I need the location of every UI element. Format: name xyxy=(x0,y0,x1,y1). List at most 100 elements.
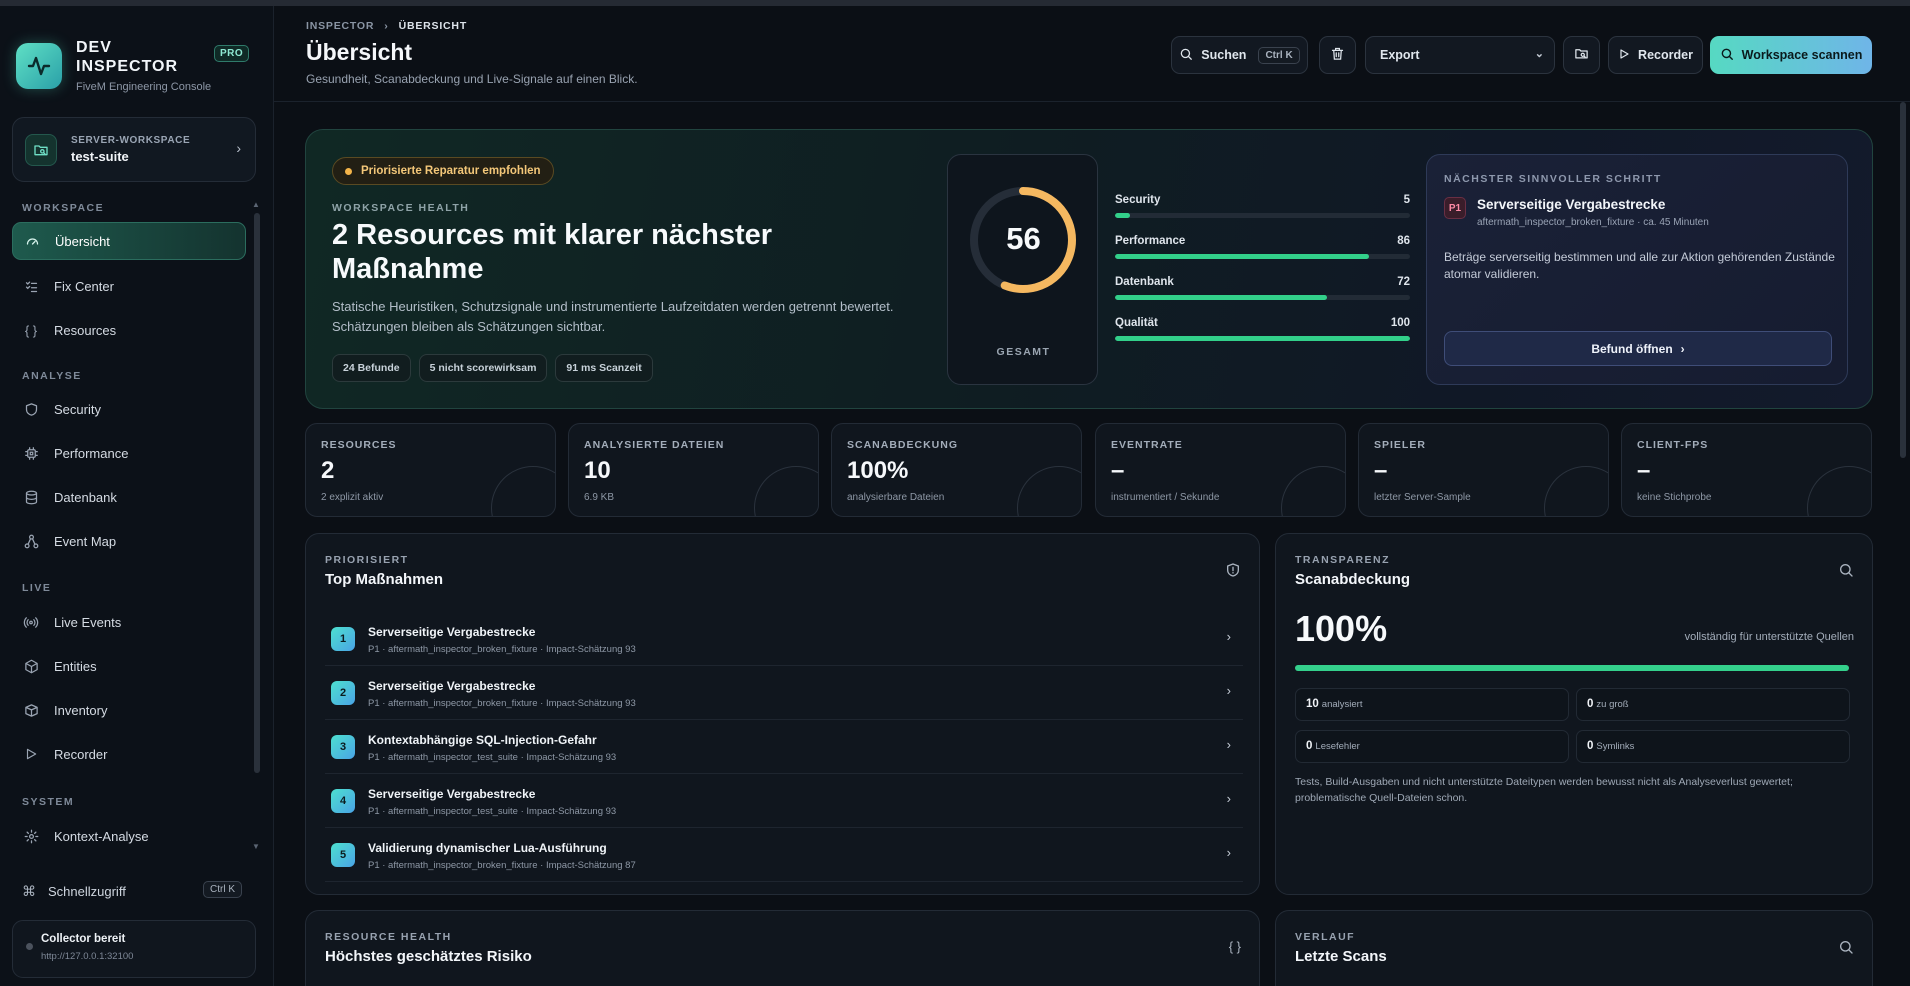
chip-scan-time: 91 ms Scanzeit xyxy=(555,354,653,382)
page-header: INSPECTOR › ÜBERSICHT Übersicht Gesundhe… xyxy=(274,6,1910,102)
stat-value: – xyxy=(1111,457,1125,484)
chevron-right-icon: › xyxy=(1226,683,1231,698)
panel-title: Scanabdeckung xyxy=(1295,571,1411,588)
workspace-selector[interactable]: SERVER-WORKSPACE test-suite › xyxy=(12,117,256,182)
cell-label: analysiert xyxy=(1321,699,1363,710)
nav-section-system: SYSTEM xyxy=(22,796,75,808)
coverage-percent: 100% xyxy=(1295,608,1388,649)
main-scroll-thumb[interactable] xyxy=(1900,102,1906,458)
search-button[interactable]: Suchen Ctrl K xyxy=(1171,36,1308,74)
sidebar-item-recorder[interactable]: Recorder xyxy=(12,735,246,773)
sidebar-item-entities[interactable]: Entities xyxy=(12,647,246,685)
sidebar-item-fix-center[interactable]: Fix Center xyxy=(12,267,246,305)
nav-section-live: LIVE xyxy=(22,582,52,594)
priority-badge: P1 xyxy=(1444,197,1466,219)
open-finding-button[interactable]: Befund öffnen › xyxy=(1444,331,1832,366)
recorder-label: Recorder xyxy=(1638,48,1693,62)
cell-value: 0 xyxy=(1587,698,1594,710)
brand-subtitle: FiveM Engineering Console xyxy=(76,81,212,93)
panel-title: Höchstes geschätztes Risiko xyxy=(325,948,532,965)
chevron-down-icon: ⌄ xyxy=(1534,48,1544,60)
sidebar-item-label: Security xyxy=(54,401,101,417)
breadcrumb-current: ÜBERSICHT xyxy=(398,20,468,32)
metric-value: 100 xyxy=(1390,317,1410,329)
search-icon[interactable] xyxy=(1838,562,1854,581)
sidebar-item-security[interactable]: Security xyxy=(12,390,246,428)
stat-sub: 6.9 KB xyxy=(584,492,615,503)
stat-card-eventrate: EVENTRATE – instrumentiert / Sekunde xyxy=(1095,423,1346,517)
next-step-title: Serverseitige Vergabestrecke xyxy=(1477,197,1666,212)
panel-eyebrow: PRIORISIERT xyxy=(325,554,409,566)
action-item[interactable]: 3 Kontextabhängige SQL-Injection-Gefahr … xyxy=(325,720,1243,774)
action-item[interactable]: 4 Serverseitige Vergabestrecke P1 · afte… xyxy=(325,774,1243,828)
collector-title: Collector bereit xyxy=(41,933,126,945)
action-item[interactable]: 2 Serverseitige Vergabestrecke P1 · afte… xyxy=(325,666,1243,720)
sidebar-item-kontext-analyse[interactable]: Kontext-Analyse xyxy=(12,817,246,855)
stat-sub: keine Stichprobe xyxy=(1637,492,1712,503)
stat-card-files: ANALYSIERTE DATEIEN 10 6.9 KB xyxy=(568,423,819,517)
sidebar-item-datenbank[interactable]: Datenbank xyxy=(12,478,246,516)
sidebar-item-label: Fix Center xyxy=(54,278,114,294)
decorative-circle xyxy=(1281,466,1345,516)
next-step-card: NÄCHSTER SINNVOLLER SCHRITT P1 Serversei… xyxy=(1426,154,1848,385)
export-select[interactable]: Export ⌄ xyxy=(1365,36,1555,74)
scroll-up-icon[interactable]: ▲ xyxy=(252,200,260,209)
scroll-down-icon[interactable]: ▼ xyxy=(252,842,260,851)
quick-access[interactable]: ⌘ Schnellzugriff xyxy=(22,883,126,900)
database-icon xyxy=(22,488,40,506)
next-step-meta: aftermath_inspector_broken_fixture · ca.… xyxy=(1477,217,1709,228)
metric-value: 86 xyxy=(1397,235,1410,247)
cell-value: 10 xyxy=(1306,698,1319,710)
search-icon[interactable] xyxy=(1838,939,1854,958)
hero-chips: 24 Befunde 5 nicht scorewirksam 91 ms Sc… xyxy=(332,354,653,382)
coverage-note: vollständig für unterstützte Quellen xyxy=(1684,631,1854,643)
workspace-health-hero: Priorisierte Reparatur empfohlen WORKSPA… xyxy=(305,129,1873,409)
metric-performance: Performance 86 xyxy=(1115,235,1410,259)
repair-badge: Priorisierte Reparatur empfohlen xyxy=(332,157,554,185)
metric-bar xyxy=(1115,213,1130,218)
overall-score-value: 56 xyxy=(1006,221,1041,256)
braces-icon: { } xyxy=(24,322,38,338)
action-rank: 3 xyxy=(331,735,355,759)
brand-name: DEV INSPECTOR xyxy=(76,39,179,75)
action-item[interactable]: 1 Serverseitige Vergabestrecke P1 · afte… xyxy=(325,612,1243,666)
recent-scans-panel: VERLAUF Letzte Scans xyxy=(1275,910,1873,986)
nav-section-analyse: ANALYSE xyxy=(22,370,82,382)
workspace-value: test-suite xyxy=(71,149,129,164)
sidebar-item-resources[interactable]: { } Resources xyxy=(12,311,246,349)
sidebar-item-uebersicht[interactable]: Übersicht xyxy=(12,222,246,260)
metric-label: Security xyxy=(1115,194,1161,206)
braces-icon: { } xyxy=(1228,939,1241,954)
sidebar-item-performance[interactable]: Performance xyxy=(12,434,246,472)
recorder-button[interactable]: Recorder xyxy=(1608,36,1703,74)
scan-workspace-button[interactable]: Workspace scannen xyxy=(1710,36,1872,74)
workspace-label: SERVER-WORKSPACE xyxy=(71,135,191,146)
open-folder-button[interactable] xyxy=(1563,36,1600,74)
stat-value: – xyxy=(1637,457,1651,484)
chevron-right-icon: › xyxy=(1226,629,1231,644)
sidebar-item-label: Live Events xyxy=(54,614,122,630)
warning-dot xyxy=(345,167,352,175)
stat-sub: 2 explizit aktiv xyxy=(321,492,384,503)
stat-value: – xyxy=(1374,457,1388,484)
next-step-description: Beträge serverseitig bestimmen und alle … xyxy=(1444,250,1835,281)
overall-score-label: GESAMT xyxy=(996,346,1051,358)
folder-search-icon xyxy=(25,133,57,166)
sidebar-scroll-thumb[interactable] xyxy=(254,213,260,773)
action-title: Serverseitige Vergabestrecke xyxy=(368,787,536,801)
sidebar-item-inventory[interactable]: Inventory xyxy=(12,691,246,729)
decorative-circle xyxy=(754,466,818,516)
delete-button[interactable] xyxy=(1319,36,1356,74)
stat-sub: letzter Server-Sample xyxy=(1374,492,1471,503)
breadcrumb-item[interactable]: INSPECTOR xyxy=(306,20,374,32)
action-title: Serverseitige Vergabestrecke xyxy=(368,679,536,693)
cpu-icon xyxy=(22,444,40,462)
action-item[interactable]: 5 Validierung dynamischer Lua-Ausführung… xyxy=(325,828,1243,882)
sidebar-item-event-map[interactable]: Event Map xyxy=(12,522,246,560)
sidebar-item-live-events[interactable]: Live Events xyxy=(12,603,246,641)
coverage-cell-symlinks: 0 Symlinks xyxy=(1576,730,1850,763)
metric-bar xyxy=(1115,254,1369,259)
chip-non-scoring: 5 nicht scorewirksam xyxy=(418,354,548,382)
coverage-footer: Tests, Build-Ausgaben und nicht unterstü… xyxy=(1295,776,1793,804)
search-shortcut: Ctrl K xyxy=(1258,46,1300,64)
